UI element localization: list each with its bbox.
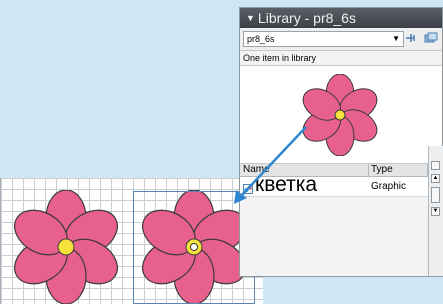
library-list-scrollbar[interactable]: ▲ ▼ [428, 146, 443, 276]
pin-icon[interactable] [404, 32, 418, 44]
triangle-down-icon[interactable]: ▼ [246, 13, 255, 23]
library-panel: ▼ Library - pr8_6s pr8_6s ▼ One item in l… [239, 7, 443, 277]
library-item-name: кветка [255, 173, 318, 196]
chevron-down-icon: ▼ [392, 34, 400, 43]
flower-instance-left[interactable] [5, 190, 127, 304]
column-options-icon[interactable] [431, 161, 440, 170]
scroll-down-icon[interactable]: ▼ [431, 207, 440, 216]
library-toolbar: pr8_6s ▼ [240, 28, 442, 50]
new-library-icon[interactable] [424, 32, 438, 44]
column-type-header[interactable]: Type [368, 164, 427, 176]
library-select-dropdown[interactable]: pr8_6s ▼ [243, 31, 404, 47]
preview-flower [302, 74, 378, 156]
library-item-type: Graphic [371, 181, 407, 192]
item-count: One item in library [240, 50, 442, 65]
scroll-thumb[interactable] [431, 187, 440, 203]
selection-bounding-box [133, 191, 255, 304]
library-item-row[interactable]: кветка Graphic [240, 173, 428, 197]
library-panel-title: Library - pr8_6s [257, 10, 356, 26]
library-select-value: pr8_6s [247, 34, 275, 44]
symbol-preview [240, 65, 442, 164]
scroll-up-icon[interactable]: ▲ [431, 174, 440, 183]
graphic-symbol-icon [243, 181, 253, 194]
library-panel-titlebar[interactable]: ▼ Library - pr8_6s [240, 8, 442, 28]
